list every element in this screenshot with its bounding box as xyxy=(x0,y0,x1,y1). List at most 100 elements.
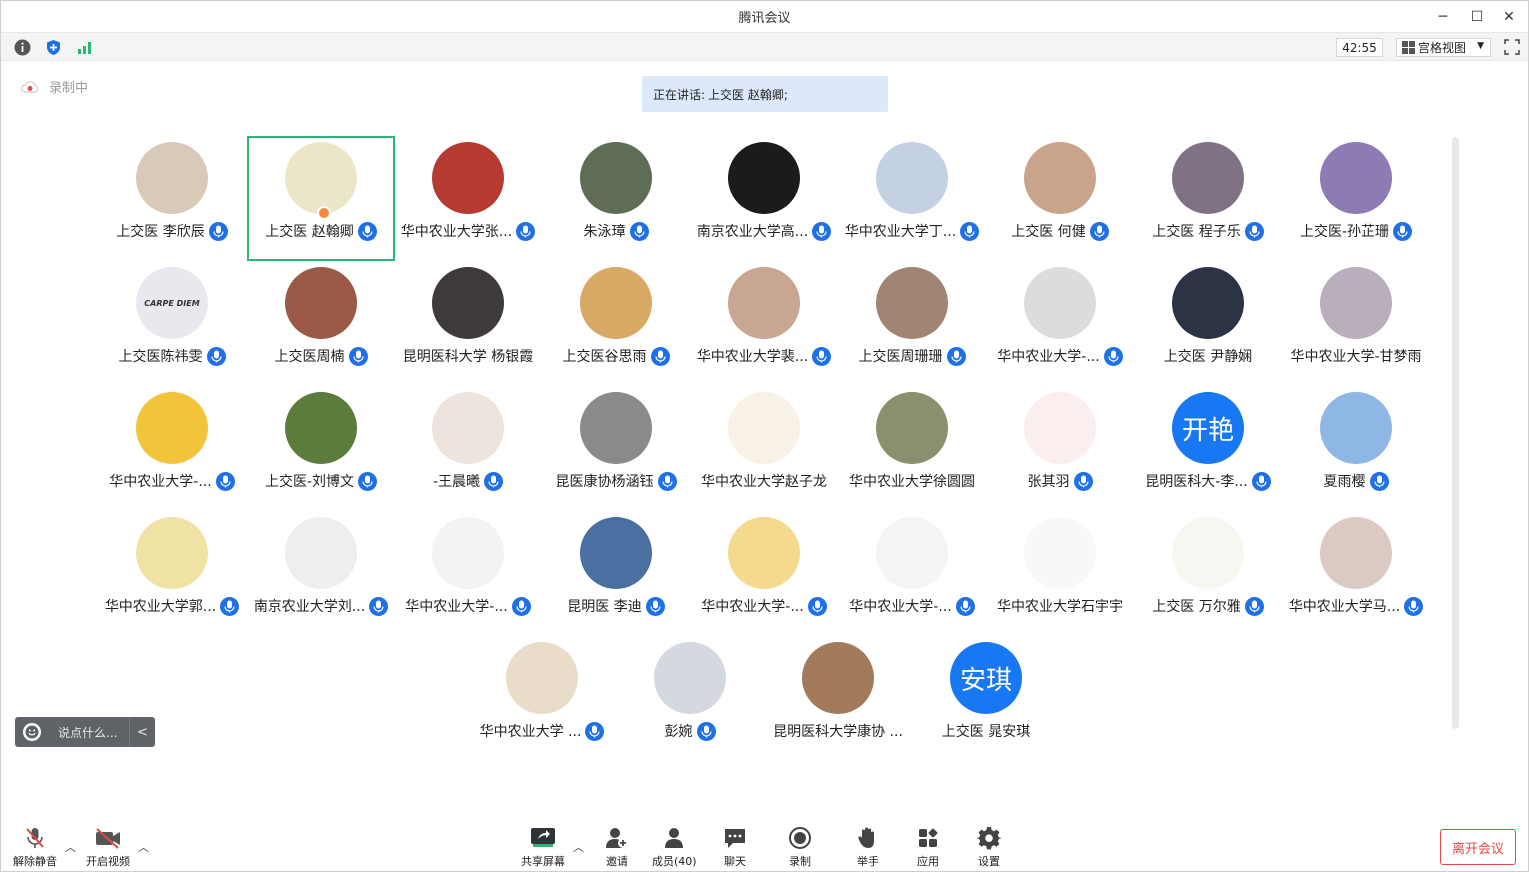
record-button[interactable]: 录制 xyxy=(786,825,814,869)
chat-placeholder[interactable]: 说点什么... xyxy=(58,724,117,741)
smile-icon[interactable] xyxy=(23,723,41,741)
participant-name-row: 华中农业大学马... xyxy=(1282,596,1430,616)
participant-tile[interactable]: 上交医 万尔雅 xyxy=(1134,511,1282,636)
participant-tile[interactable]: 华中农业大学裴... xyxy=(690,261,838,386)
chevron-left-icon[interactable]: < xyxy=(129,717,155,747)
vertical-scrollbar[interactable] xyxy=(1452,137,1459,729)
participant-tile[interactable]: 张其羽 xyxy=(986,386,1134,511)
participant-tile[interactable]: CARPE DIEM 上交医陈祎雯 xyxy=(98,261,246,386)
participant-name-row: 昆明医科大学康协 ... xyxy=(764,721,912,741)
participant-name-row: 华中农业大学 ... xyxy=(468,721,616,741)
participant-name: 上交医陈祎雯 xyxy=(118,349,203,365)
members-button[interactable]: 成员(40) xyxy=(652,825,697,869)
participant-tile[interactable]: 昆明医科大学 杨银霞 xyxy=(394,261,542,386)
microphone-icon xyxy=(585,721,605,741)
recording-indicator: 录制中 xyxy=(21,77,88,96)
participant-tile[interactable]: 华中农业大学丁... xyxy=(838,136,986,261)
invite-user-icon xyxy=(603,825,631,851)
participant-tile[interactable]: 昆明医科大学康协 ... xyxy=(764,636,912,761)
settings-label: 设置 xyxy=(978,855,1000,868)
quick-chat-box[interactable]: 说点什么... < xyxy=(15,717,155,747)
leave-meeting-button[interactable]: 离开会议 xyxy=(1440,829,1516,865)
participant-tile[interactable]: 上交医谷思雨 xyxy=(542,261,690,386)
share-screen-button[interactable]: 共享屏幕 xyxy=(521,825,565,869)
participant-name-row: 华中农业大学石宇宇 xyxy=(986,596,1134,616)
participant-tile[interactable]: 安琪 上交医 晁安琪 xyxy=(912,636,1060,761)
microphone-icon xyxy=(812,221,832,241)
security-shield-icon[interactable] xyxy=(45,39,62,56)
participant-tile[interactable]: 华中农业大学-... xyxy=(394,511,542,636)
participant-tile[interactable]: 华中农业大学-... xyxy=(98,386,246,511)
microphone-icon xyxy=(1103,346,1123,366)
avatar xyxy=(1320,267,1392,339)
avatar xyxy=(580,517,652,589)
settings-button[interactable]: 设置 xyxy=(975,825,1003,869)
chevron-up-icon[interactable]: ︿ xyxy=(65,839,76,855)
avatar-text: 开艳 xyxy=(1181,415,1234,446)
start-video-button[interactable]: 开启视频 xyxy=(86,825,130,869)
chevron-up-icon[interactable]: ︿ xyxy=(573,839,584,855)
signal-strength-icon[interactable] xyxy=(76,39,93,56)
participant-tile[interactable]: 华中农业大学郭... xyxy=(98,511,246,636)
unmute-button[interactable]: 解除静音 xyxy=(13,825,57,869)
participant-name: 华中农业大学石宇宇 xyxy=(997,599,1123,615)
chevron-up-icon[interactable]: ︿ xyxy=(138,839,149,855)
participant-tile[interactable]: 华中农业大学-... xyxy=(690,511,838,636)
participant-tile[interactable]: 上交医周珊珊 xyxy=(838,261,986,386)
participant-tile[interactable]: 开艳 昆明医科大-李... xyxy=(1134,386,1282,511)
participant-tile[interactable]: 南京农业大学高... xyxy=(690,136,838,261)
participant-tile[interactable]: 上交医 尹静娴 xyxy=(1134,261,1282,386)
minimize-icon[interactable]: ─ xyxy=(1426,1,1460,32)
close-icon[interactable]: ✕ xyxy=(1492,1,1526,32)
participant-tile[interactable]: 昆明医 李迪 xyxy=(542,511,690,636)
participant-name-row: 昆明医 李迪 xyxy=(542,596,690,616)
chat-button[interactable]: 聊天 xyxy=(721,825,749,869)
participant-tile[interactable]: -王晨曦 xyxy=(394,386,542,511)
raise-hand-button[interactable]: 举手 xyxy=(854,825,882,869)
microphone-icon xyxy=(696,721,716,741)
participant-name: 朱泳璋 xyxy=(583,224,626,240)
microphone-icon xyxy=(807,596,827,616)
avatar xyxy=(1024,267,1096,339)
participant-tile[interactable]: 上交医 何健 xyxy=(986,136,1134,261)
participant-tile[interactable]: 华中农业大学-... xyxy=(986,261,1134,386)
participant-tile[interactable]: 华中农业大学石宇宇 xyxy=(986,511,1134,636)
participant-name-row: 华中农业大学赵子龙 xyxy=(690,471,838,491)
participant-tile[interactable]: 朱泳璋 xyxy=(542,136,690,261)
invite-button[interactable]: 邀请 xyxy=(603,825,631,869)
participant-tile[interactable]: 上交医-刘博文 xyxy=(247,386,395,511)
raise-hand-label: 举手 xyxy=(857,855,879,868)
avatar xyxy=(876,267,948,339)
participant-tile[interactable]: 华中农业大学徐圆圆 xyxy=(838,386,986,511)
microphone-icon xyxy=(206,346,226,366)
view-mode-select[interactable]: 宫格视图 ▼ xyxy=(1396,38,1491,57)
participant-tile[interactable]: 华中农业大学赵子龙 xyxy=(690,386,838,511)
participant-name-row: 华中农业大学张... xyxy=(394,221,542,241)
microphone-icon xyxy=(812,346,832,366)
participant-tile[interactable]: 上交医 李欣辰 xyxy=(98,136,246,261)
participant-tile[interactable]: 夏雨樱 xyxy=(1282,386,1430,511)
fullscreen-icon[interactable] xyxy=(1504,39,1520,55)
participant-tile[interactable]: 华中农业大学-... xyxy=(838,511,986,636)
maximize-icon[interactable]: ☐ xyxy=(1460,1,1494,32)
participant-tile[interactable]: 彭婉 xyxy=(616,636,764,761)
participant-tile[interactable]: 南京农业大学刘... xyxy=(247,511,395,636)
participant-tile[interactable]: 上交医 赵翰卿 xyxy=(247,136,395,261)
participant-tile[interactable]: 华中农业大学-甘梦雨 xyxy=(1282,261,1430,386)
info-icon[interactable] xyxy=(14,39,31,56)
microphone-icon xyxy=(1244,596,1264,616)
microphone-icon xyxy=(208,221,228,241)
participant-name: 上交医 万尔雅 xyxy=(1152,599,1241,615)
participant-name-row: 上交医 李欣辰 xyxy=(98,221,246,241)
microphone-icon xyxy=(1251,471,1271,491)
host-badge-icon xyxy=(317,206,331,220)
participant-tile[interactable]: 华中农业大学马... xyxy=(1282,511,1430,636)
apps-button[interactable]: 应用 xyxy=(914,825,942,869)
participant-tile[interactable]: 上交医-孙芷珊 xyxy=(1282,136,1430,261)
participant-tile[interactable]: 昆医康协杨涵钰 xyxy=(542,386,690,511)
participant-tile[interactable]: 上交医 程子乐 xyxy=(1134,136,1282,261)
participant-name-row: 华中农业大学-... xyxy=(98,471,246,491)
participant-tile[interactable]: 华中农业大学张... xyxy=(394,136,542,261)
participant-tile[interactable]: 华中农业大学 ... xyxy=(468,636,616,761)
participant-tile[interactable]: 上交医周楠 xyxy=(247,261,395,386)
